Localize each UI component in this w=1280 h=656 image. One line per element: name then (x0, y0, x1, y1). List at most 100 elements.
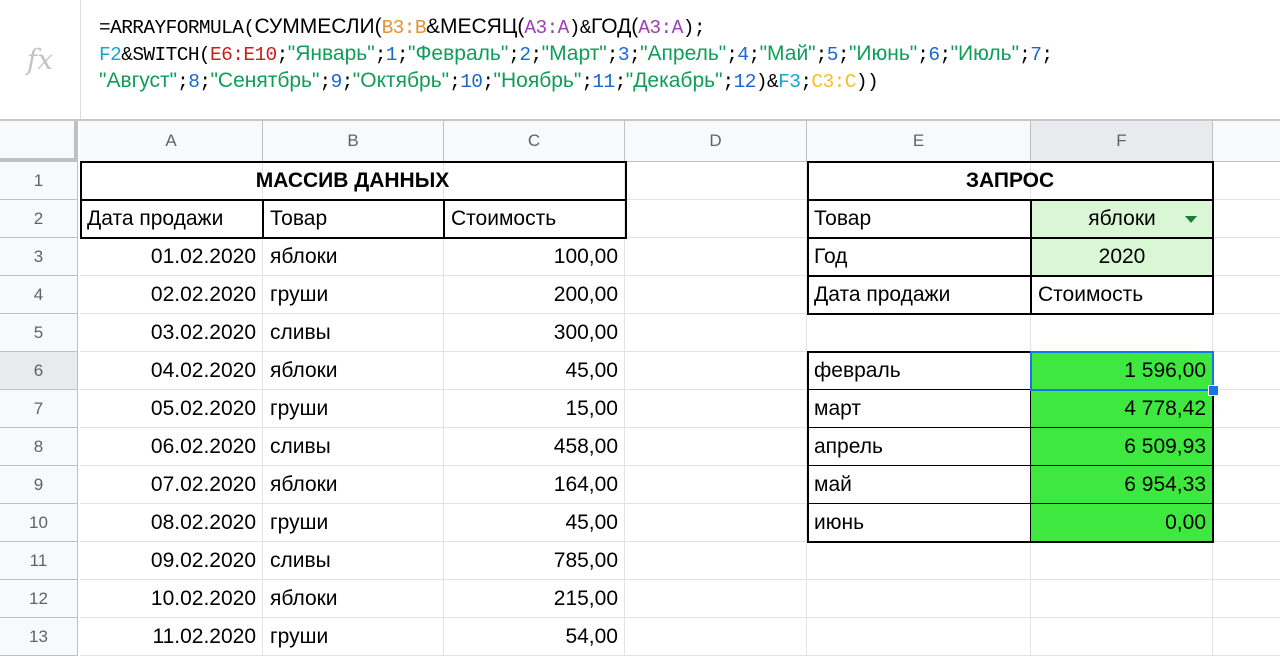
cell[interactable] (1031, 314, 1213, 352)
cost-cell[interactable]: 15,00 (444, 390, 625, 428)
cell[interactable] (1213, 238, 1280, 276)
cell[interactable] (807, 618, 1031, 656)
cost-cell[interactable]: 100,00 (444, 238, 625, 276)
cell[interactable] (625, 580, 807, 618)
cell[interactable] (625, 504, 807, 542)
product-dropdown[interactable]: яблоки (1031, 200, 1213, 238)
cost-cell[interactable]: 215,00 (444, 580, 625, 618)
product-cell[interactable]: яблоки (263, 580, 444, 618)
cell[interactable] (1213, 428, 1280, 466)
cell[interactable] (625, 466, 807, 504)
cell[interactable] (625, 314, 807, 352)
cell[interactable] (807, 580, 1031, 618)
product-cell[interactable]: груши (263, 504, 444, 542)
product-cell[interactable]: груши (263, 618, 444, 656)
row-header-9[interactable]: 9 (0, 466, 78, 504)
column-header-d[interactable]: D (625, 121, 807, 162)
product-cell[interactable]: груши (263, 390, 444, 428)
cell[interactable] (1031, 542, 1213, 580)
column-header-a[interactable]: A (80, 121, 263, 162)
cell[interactable] (1213, 162, 1280, 200)
cost-cell[interactable]: 200,00 (444, 276, 625, 314)
sale-date-cell[interactable]: 06.02.2020 (80, 428, 263, 466)
cell[interactable] (1213, 466, 1280, 504)
cell[interactable] (625, 618, 807, 656)
cost-cell[interactable]: 458,00 (444, 428, 625, 466)
row-header-10[interactable]: 10 (0, 504, 78, 542)
select-all-corner[interactable] (0, 121, 78, 162)
month-total[interactable]: 6 954,33 (1031, 466, 1213, 504)
row-header-5[interactable]: 5 (0, 314, 78, 352)
cell[interactable] (625, 200, 807, 238)
cost-cell[interactable]: 785,00 (444, 542, 625, 580)
column-header-c[interactable]: C (444, 121, 625, 162)
cell[interactable] (625, 276, 807, 314)
fill-handle-icon[interactable] (1208, 385, 1219, 396)
cell[interactable] (1213, 618, 1280, 656)
cell[interactable] (625, 390, 807, 428)
sale-date-cell[interactable]: 02.02.2020 (80, 276, 263, 314)
cell[interactable] (807, 542, 1031, 580)
cost-cell[interactable]: 300,00 (444, 314, 625, 352)
cell[interactable] (1213, 276, 1280, 314)
sale-date-cell[interactable]: 07.02.2020 (80, 466, 263, 504)
month-label[interactable]: апрель (807, 428, 1031, 466)
cost-cell[interactable]: 54,00 (444, 618, 625, 656)
row-header-6[interactable]: 6 (0, 352, 78, 390)
cell[interactable] (625, 162, 807, 200)
row-header-8[interactable]: 8 (0, 428, 78, 466)
column-header-b[interactable]: B (263, 121, 444, 162)
row-header-4[interactable]: 4 (0, 276, 78, 314)
column-header-e[interactable]: E (807, 121, 1031, 162)
product-cell[interactable]: сливы (263, 314, 444, 352)
cell[interactable] (1031, 618, 1213, 656)
cell[interactable] (625, 352, 807, 390)
cell[interactable] (1213, 352, 1280, 390)
product-cell[interactable]: яблоки (263, 466, 444, 504)
month-total[interactable]: 4 778,42 (1031, 390, 1213, 428)
product-cell[interactable]: яблоки (263, 238, 444, 276)
cell[interactable] (1031, 580, 1213, 618)
cell[interactable] (625, 542, 807, 580)
cell[interactable] (807, 314, 1031, 352)
formula-input[interactable]: =ARRAYFORMULA(СУММЕСЛИ(B3:B&МЕСЯЦ(A3:A)&… (99, 14, 1274, 95)
column-header-f[interactable]: F (1031, 121, 1213, 162)
row-header-3[interactable]: 3 (0, 238, 78, 276)
cell[interactable] (1213, 390, 1280, 428)
year-input[interactable]: 2020 (1031, 238, 1213, 276)
row-header-7[interactable]: 7 (0, 390, 78, 428)
cell[interactable] (1213, 504, 1280, 542)
sale-date-cell[interactable]: 05.02.2020 (80, 390, 263, 428)
cost-cell[interactable]: 45,00 (444, 352, 625, 390)
row-header-2[interactable]: 2 (0, 200, 78, 238)
cost-cell[interactable]: 45,00 (444, 504, 625, 542)
month-label[interactable]: февраль (807, 352, 1031, 390)
product-cell[interactable]: сливы (263, 542, 444, 580)
product-cell[interactable]: сливы (263, 428, 444, 466)
row-header-11[interactable]: 11 (0, 542, 78, 580)
cell[interactable] (1213, 542, 1280, 580)
row-header-13[interactable]: 13 (0, 618, 78, 656)
cell[interactable] (1213, 580, 1280, 618)
cell[interactable] (1213, 314, 1280, 352)
sale-date-cell[interactable]: 09.02.2020 (80, 542, 263, 580)
month-label[interactable]: май (807, 466, 1031, 504)
product-cell[interactable]: груши (263, 276, 444, 314)
month-total[interactable]: 0,00 (1031, 504, 1213, 542)
sale-date-cell[interactable]: 10.02.2020 (80, 580, 263, 618)
row-header-1[interactable]: 1 (0, 162, 78, 200)
cell[interactable] (1213, 200, 1280, 238)
dropdown-arrow-icon[interactable] (1185, 216, 1197, 223)
sale-date-cell[interactable]: 01.02.2020 (80, 238, 263, 276)
cell[interactable] (625, 428, 807, 466)
cell[interactable] (625, 238, 807, 276)
sale-date-cell[interactable]: 04.02.2020 (80, 352, 263, 390)
sale-date-cell[interactable]: 08.02.2020 (80, 504, 263, 542)
month-total[interactable]: 6 509,93 (1031, 428, 1213, 466)
cost-cell[interactable]: 164,00 (444, 466, 625, 504)
row-header-12[interactable]: 12 (0, 580, 78, 618)
sale-date-cell[interactable]: 03.02.2020 (80, 314, 263, 352)
product-cell[interactable]: яблоки (263, 352, 444, 390)
month-label[interactable]: март (807, 390, 1031, 428)
sale-date-cell[interactable]: 11.02.2020 (80, 618, 263, 656)
